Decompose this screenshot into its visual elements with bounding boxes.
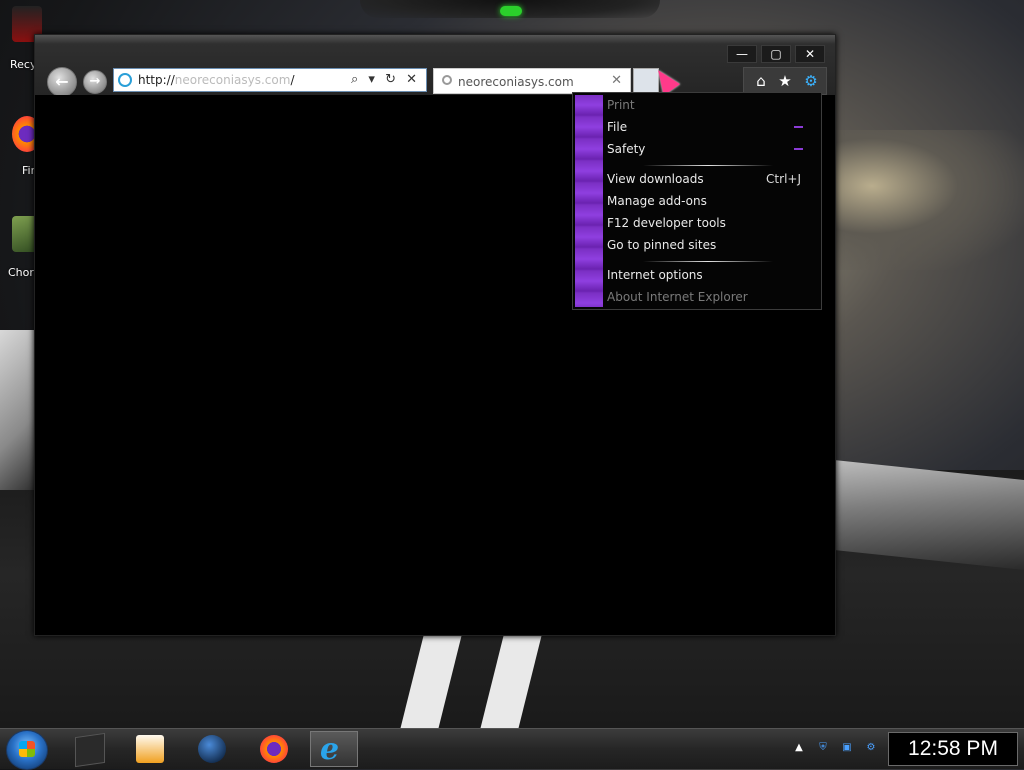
gear-icon[interactable]: ⚙ — [801, 71, 821, 91]
desktop-icon-recycle-bin[interactable]: Recy — [4, 6, 42, 71]
internet-explorer-icon: e — [320, 732, 340, 767]
address-bar[interactable]: http://neoreconiasys.com/ ⌕ ▾ ↻ ✕ — [113, 68, 427, 92]
menu-separator — [643, 165, 773, 166]
menu-item-safety[interactable]: Safety — [607, 138, 815, 160]
tab-title: neoreconiasys.com — [458, 75, 574, 89]
top-gadget — [360, 0, 660, 18]
minimize-button[interactable]: — — [727, 45, 757, 63]
submenu-arrow-icon — [794, 126, 803, 128]
folder-icon — [75, 732, 105, 768]
menu-item-manage-add-ons[interactable]: Manage add-ons — [607, 190, 815, 212]
submenu-arrow-icon — [794, 148, 803, 150]
taskbar-app-firefox[interactable] — [250, 731, 298, 767]
desktop-icon-label: Recy — [10, 58, 37, 71]
address-tools[interactable]: ⌕ ▾ ↻ ✕ — [351, 72, 420, 87]
desktop-icon-chrome[interactable]: Chor — [4, 216, 42, 279]
menu-icon-strip — [575, 95, 603, 307]
menu-item-label: F12 developer tools — [607, 216, 726, 230]
loading-icon — [442, 75, 452, 85]
menu-item-label: Go to pinned sites — [607, 238, 717, 252]
url-scheme: http:// — [138, 73, 175, 87]
menu-item-go-to-pinned-sites[interactable]: Go to pinned sites — [607, 234, 815, 256]
tools-menu: Print File Safety View downloads Ctrl+J M… — [572, 92, 822, 310]
back-button[interactable]: ← — [47, 67, 77, 97]
desktop-icon-firefox[interactable]: Fir — [4, 116, 42, 177]
taskbar-app-globe[interactable] — [188, 731, 236, 767]
menu-item-label: View downloads — [607, 172, 704, 186]
title-bar: — ▢ ✕ ← → http://neoreconiasys.com/ ⌕ ▾ … — [35, 35, 835, 97]
network-icon[interactable]: ▣ — [838, 739, 856, 757]
windows-logo-icon — [19, 741, 35, 757]
menu-item-print[interactable]: Print — [607, 94, 815, 116]
menu-item-label: Safety — [607, 142, 646, 156]
media-player-icon — [136, 735, 164, 763]
menu-item-label: File — [607, 120, 628, 134]
menu-item-about-internet-explorer[interactable]: About Internet Explorer — [607, 286, 815, 308]
menu-item-label: About Internet Explorer — [607, 290, 748, 304]
tab-active[interactable]: neoreconiasys.com ✕ — [433, 68, 631, 94]
volume-icon[interactable]: ⚙ — [862, 739, 880, 757]
url-text[interactable]: http://neoreconiasys.com/ — [138, 73, 294, 87]
taskbar-app-media-player[interactable] — [126, 731, 174, 767]
menu-item-f12-developer-tools[interactable]: F12 developer tools — [607, 212, 815, 234]
menu-item-file[interactable]: File — [607, 116, 815, 138]
menu-separator — [643, 261, 773, 262]
taskbar: e ▲ ⛨ ▣ ⚙ 12:58 PM — [0, 728, 1024, 770]
globe-icon — [198, 735, 226, 763]
arrow-right-icon: → — [89, 74, 101, 89]
menu-item-label: Internet options — [607, 268, 703, 282]
forward-button[interactable]: → — [83, 70, 107, 94]
start-button[interactable] — [6, 730, 48, 770]
ie-page-icon — [118, 73, 132, 87]
maximize-button[interactable]: ▢ — [761, 45, 791, 63]
menu-item-label: Manage add-ons — [607, 194, 707, 208]
menu-item-internet-options[interactable]: Internet options — [607, 264, 815, 286]
system-tray: ▲ ⛨ ▣ ⚙ — [788, 731, 884, 767]
url-path: / — [290, 73, 295, 87]
taskbar-clock[interactable]: 12:58 PM — [888, 732, 1018, 766]
tab-close-button[interactable]: ✕ — [611, 73, 622, 88]
arrow-left-icon: ← — [55, 72, 69, 91]
menu-item-shortcut: Ctrl+J — [766, 172, 801, 186]
taskbar-app-internet-explorer[interactable]: e — [310, 731, 358, 767]
show-hidden-icons-button[interactable]: ▲ — [790, 739, 808, 757]
menu-item-label: Print — [607, 98, 635, 112]
star-icon[interactable]: ★ — [775, 71, 795, 91]
shield-icon[interactable]: ⛨ — [814, 739, 832, 757]
desktop-icon-label: Chor — [8, 266, 34, 279]
status-led — [500, 6, 522, 16]
firefox-icon — [260, 735, 288, 763]
menu-item-view-downloads[interactable]: View downloads Ctrl+J — [607, 168, 815, 190]
close-button[interactable]: ✕ — [795, 45, 825, 63]
taskbar-app-file-explorer[interactable] — [66, 731, 114, 768]
home-icon[interactable]: ⌂ — [751, 71, 771, 91]
url-host: neoreconiasys.com — [174, 73, 291, 87]
wallpaper-sky — [834, 130, 1024, 270]
